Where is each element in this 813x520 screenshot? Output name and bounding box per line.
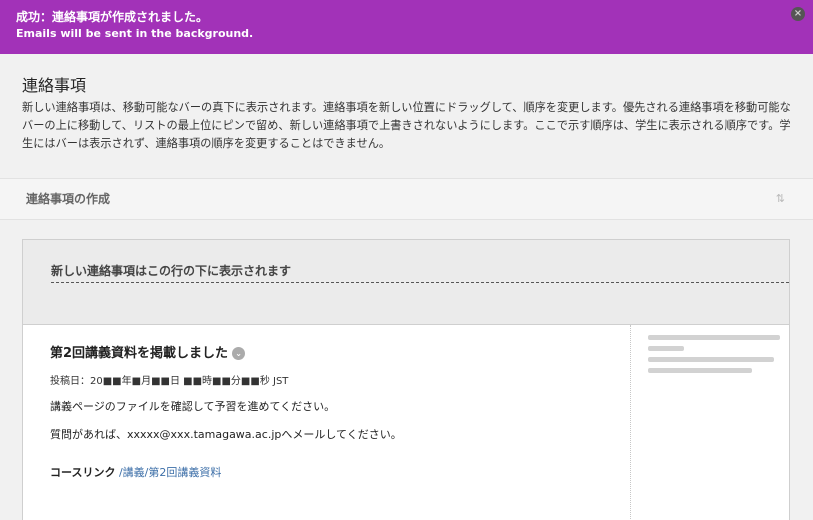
banner-email-notice: Emails will be sent in the background. (16, 27, 254, 40)
course-link-label: コースリンク (50, 466, 116, 479)
announcement-body-line-2: 質問があれば、xxxxx@xxx.tamagawa.ac.jpへメールしてくださ… (50, 428, 402, 441)
banner-success-message: 成功：連絡事項が作成されました。 (16, 10, 209, 24)
sort-arrows-icon[interactable]: ⇅ (776, 192, 785, 205)
create-announcement-bar[interactable]: 連絡事項の作成 ⇅ (0, 178, 813, 220)
blurred-text (648, 335, 780, 340)
page-title: 連絡事項 (22, 76, 87, 95)
announcement-title-row: 第2回講義資料を掲載しました ⌄ (50, 345, 630, 363)
create-announcement-button[interactable]: 連絡事項の作成 (26, 192, 110, 206)
success-banner: 成功：連絡事項が作成されました。 Emails will be sent in … (0, 0, 813, 54)
course-link[interactable]: /講義/第2回講義資料 (119, 466, 221, 479)
close-icon[interactable]: × (791, 7, 805, 21)
blurred-text (648, 368, 752, 373)
announcement-item[interactable]: 第2回講義資料を掲載しました ⌄ 投稿日：20■■年■月■■日 ■■時■■分■■秒… (23, 324, 789, 520)
announcement-list: 新しい連絡事項はこの行の下に表示されます 第2回講義資料を掲載しました ⌄ 投稿日… (22, 239, 790, 520)
blurred-text (648, 357, 774, 362)
chevron-down-icon[interactable]: ⌄ (232, 347, 246, 360)
announcement-body-line-1: 講義ページのファイルを確認して予習を進めてください。 (50, 400, 336, 413)
movable-bar-label: 新しい連絡事項はこの行の下に表示されます (51, 264, 292, 278)
announcement-content: 第2回講義資料を掲載しました ⌄ 投稿日：20■■年■月■■日 ■■時■■分■■秒… (23, 325, 631, 520)
blurred-text (648, 346, 684, 351)
course-link-row: コースリンク /講義/第2回講義資料 (50, 465, 630, 481)
announcement-meta-blurred (632, 325, 789, 520)
movable-bar[interactable]: 新しい連絡事項はこの行の下に表示されます (23, 240, 789, 324)
movable-bar-dashed-line (51, 282, 789, 283)
page-description: 新しい連絡事項は、移動可能なバーの真下に表示されます。連絡事項を新しい位置にドラ… (22, 101, 791, 150)
page-header: 連絡事項 新しい連絡事項は、移動可能なバーの真下に表示されます。連絡事項を新しい… (0, 54, 813, 178)
posted-date: 投稿日：20■■年■月■■日 ■■時■■分■■秒 JST (50, 376, 289, 387)
announcement-title: 第2回講義資料を掲載しました (50, 346, 229, 361)
